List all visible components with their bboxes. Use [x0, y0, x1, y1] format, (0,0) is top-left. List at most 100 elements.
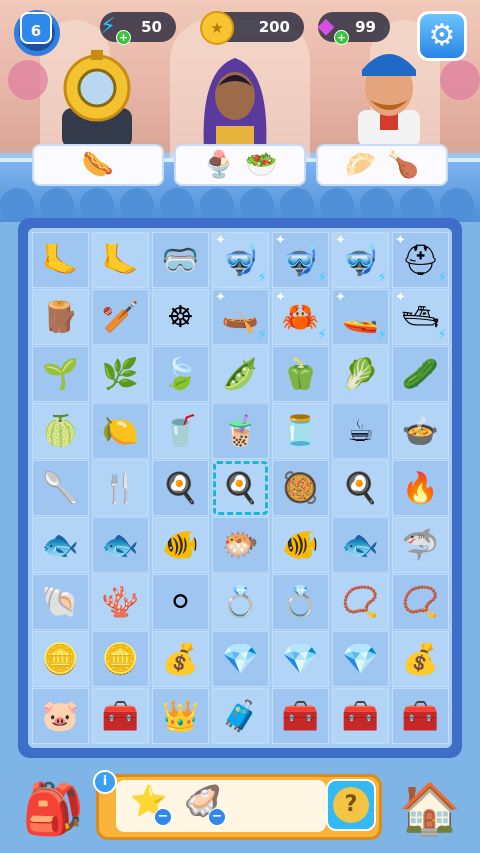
board-cell-flipper-2[interactable]: 🦶: [92, 232, 149, 288]
board-cell-gem-sack[interactable]: 💰: [392, 631, 449, 687]
board-cell-coin-pile[interactable]: 🪙: [92, 631, 149, 687]
board-cell-spatula[interactable]: 🍴: [92, 460, 149, 516]
parfait-cup-icon: 🍨: [202, 150, 235, 180]
board-cell-pea-pod[interactable]: 🫛: [212, 346, 269, 402]
add-energy-button[interactable]: +: [116, 30, 131, 45]
board-cell-leek[interactable]: 🌱: [32, 346, 89, 402]
remove-clam-button[interactable]: −: [208, 808, 226, 826]
hint-button[interactable]: ?: [326, 779, 376, 831]
board-cell-green-pepper[interactable]: 🫑: [272, 346, 329, 402]
board-cell-mixer[interactable]: 🫙: [272, 403, 329, 459]
board-cell-lettuce[interactable]: 🥬: [332, 346, 389, 402]
board-cell-small-fish[interactable]: 🐟: [32, 517, 89, 573]
board-cell-blue-chest[interactable]: 🧰: [92, 688, 149, 744]
board-cell-red-grill[interactable]: 🔥: [392, 460, 449, 516]
coin-counter[interactable]: ★ 200: [200, 11, 304, 45]
board-cell-frying-pan[interactable]: 🍳: [212, 460, 269, 516]
juicer-2-icon: 🥤: [161, 413, 200, 449]
counter-wave: [280, 188, 314, 222]
board-cell-coin-bag[interactable]: 💰: [152, 631, 209, 687]
board-cell-wood-chest[interactable]: 🧳: [212, 688, 269, 744]
crown-chest-icon: 👑: [161, 698, 200, 734]
board-cell-necklace[interactable]: 📿: [332, 574, 389, 630]
board-cell-green-leaves[interactable]: 🍃: [152, 346, 209, 402]
board-cell-swordfish[interactable]: 🦈: [392, 517, 449, 573]
board-cell-pearl[interactable]: ⚪: [152, 574, 209, 630]
board-cell-snorkel-mask-2[interactable]: 🤿 ✦ ⚡: [272, 232, 329, 288]
board-cell-purple-chest[interactable]: 🧰: [332, 688, 389, 744]
board-cell-gem-pile[interactable]: 💎: [272, 631, 329, 687]
board-cell-crown-chest[interactable]: 👑: [152, 688, 209, 744]
board-cell-raft[interactable]: 🛶 ✦ ⚡: [212, 289, 269, 345]
board-cell-raft-crab[interactable]: 🦀 ✦ ⚡: [272, 289, 329, 345]
diver-customer[interactable]: [52, 48, 142, 148]
board-cell-skillet[interactable]: 🍳: [332, 460, 389, 516]
gem-counter[interactable]: ◆ + 99: [318, 12, 390, 45]
skillet-icon: 🍳: [341, 470, 380, 506]
info-button[interactable]: i: [93, 770, 117, 794]
lightning-icon: ⚡: [377, 327, 387, 343]
board-cell-boat-2[interactable]: 🛥 ✦ ⚡: [392, 289, 449, 345]
lightning-icon: ⚡: [437, 327, 447, 343]
board-cell-teal-chest[interactable]: 🧰: [272, 688, 329, 744]
boat-icon: 🚤: [341, 299, 380, 335]
board-cell-green-fish[interactable]: 🐠: [272, 517, 329, 573]
order-slip-diver[interactable]: 🌭: [32, 144, 164, 186]
board-cell-goggles[interactable]: 🥽: [152, 232, 209, 288]
board-cell-boat[interactable]: 🚤 ✦ ⚡: [332, 289, 389, 345]
level-badge[interactable]: 6: [6, 6, 68, 56]
counter-wave: [240, 188, 274, 222]
board-cell-piggy-bank[interactable]: 🐷: [32, 688, 89, 744]
shop-button[interactable]: 🏠: [398, 776, 462, 842]
board-cell-gem-heap[interactable]: 💎: [332, 631, 389, 687]
board-cell-gem[interactable]: 💎: [212, 631, 269, 687]
board-cell-fish-2[interactable]: 🐟: [92, 517, 149, 573]
board-cell-red-cooker[interactable]: 🍲: [392, 403, 449, 459]
gem-heap-icon: 💎: [341, 641, 380, 677]
board-cell-pufferfish[interactable]: 🐡: [212, 517, 269, 573]
board-cell-fish-3[interactable]: 🐠: [152, 517, 209, 573]
board-cell-small-pan[interactable]: 🍳: [152, 460, 209, 516]
board-cell-pan-lid[interactable]: 🥘: [272, 460, 329, 516]
board-cell-gold-chest[interactable]: 🧰: [392, 688, 449, 744]
board-cell-gold-necklace[interactable]: 📿: [392, 574, 449, 630]
board-cell-wood-plank[interactable]: 🪵: [32, 289, 89, 345]
remove-starfish-button[interactable]: −: [154, 808, 172, 826]
gem-icon: 💎: [221, 641, 260, 677]
coin-icon: ★: [200, 11, 234, 45]
order-slip-pirate[interactable]: 🥟 🍗: [316, 144, 448, 186]
pirate-customer[interactable]: [344, 40, 434, 146]
board-cell-ring[interactable]: 💍: [272, 574, 329, 630]
board-cell-herb-sprig[interactable]: 🌿: [92, 346, 149, 402]
board-cell-cucumber[interactable]: 🥒: [392, 346, 449, 402]
pearl-icon: ⚪: [167, 584, 194, 620]
board-cell-snorkel-mask-3[interactable]: 🤿 ✦ ⚡: [332, 232, 389, 288]
princess-customer[interactable]: [196, 50, 274, 150]
counter-wave: [160, 188, 194, 222]
energy-counter[interactable]: ⚡ + 50: [100, 12, 176, 45]
board-cell-coin-stack[interactable]: 🪙: [32, 631, 89, 687]
order-slip-princess[interactable]: 🍨 🥗: [174, 144, 306, 186]
board-cell-juicer[interactable]: 🍋: [92, 403, 149, 459]
board-cell-red-coral[interactable]: 🪸: [92, 574, 149, 630]
board-cell-juicer-2[interactable]: 🥤: [152, 403, 209, 459]
board-cell-pan-handle[interactable]: 🥄: [32, 460, 89, 516]
backpack-icon: 🎒: [22, 780, 85, 838]
board-cell-flipper-1[interactable]: 🦶: [32, 232, 89, 288]
board-cell-blue-shell[interactable]: 🐚: [32, 574, 89, 630]
energy-value: 50: [141, 18, 162, 36]
board-cell-diving-helmet[interactable]: ⛑ ✦ ⚡: [392, 232, 449, 288]
herb-sprig-icon: 🌿: [101, 356, 140, 392]
board-cell-snorkel-mask[interactable]: 🤿 ✦ ⚡: [212, 232, 269, 288]
board-cell-oar[interactable]: 🏏: [92, 289, 149, 345]
board-cell-coffee-machine[interactable]: ☕: [332, 403, 389, 459]
board-cell-blue-fish[interactable]: 🐟: [332, 517, 389, 573]
backpack-button[interactable]: 🎒: [22, 776, 84, 842]
snorkel-mask-3-icon: 🤿: [341, 242, 380, 278]
pearl-earrings-icon: 💍: [221, 584, 260, 620]
board-cell-pearl-earrings[interactable]: 💍: [212, 574, 269, 630]
wood-plank-icon: 🪵: [41, 299, 80, 335]
board-cell-blender[interactable]: 🧋: [212, 403, 269, 459]
board-cell-lime-half[interactable]: 🍈: [32, 403, 89, 459]
board-cell-ship-wheel[interactable]: ☸: [152, 289, 209, 345]
